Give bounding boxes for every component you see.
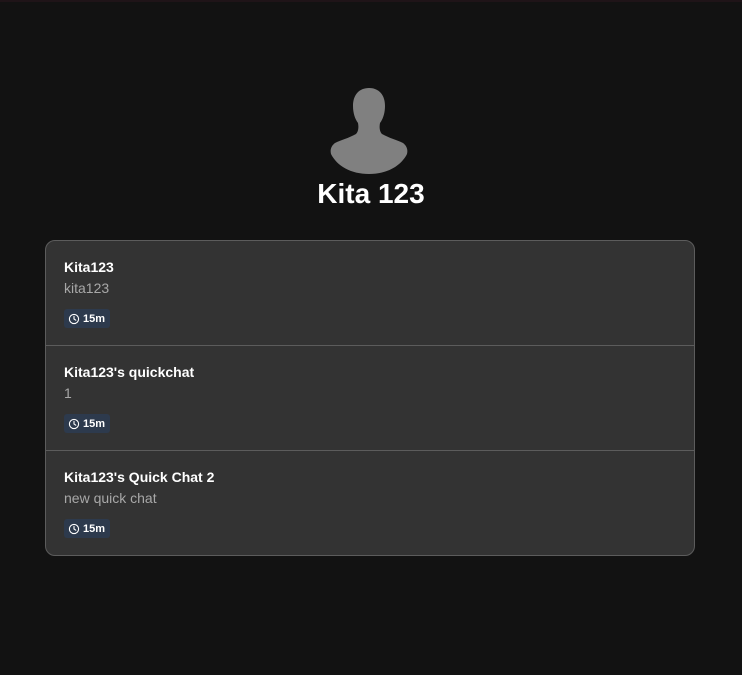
- chat-title: Kita123's Quick Chat 2: [64, 469, 215, 485]
- profile-name: Kita 123: [317, 178, 425, 209]
- top-border: [0, 0, 742, 2]
- chat-list: Kita123 kita123 15m Kita123's quickchat …: [45, 240, 695, 556]
- chat-title: Kita123: [64, 259, 114, 275]
- duration-badge: 15m: [64, 309, 111, 328]
- duration-text: 15m: [83, 312, 106, 325]
- duration-text: 15m: [83, 522, 106, 535]
- user-silhouette-icon: [330, 88, 408, 174]
- duration-badge: 15m: [64, 519, 111, 538]
- chat-card[interactable]: Kita123's Quick Chat 2 new quick chat 15…: [46, 451, 694, 555]
- chat-card[interactable]: Kita123 kita123 15m: [46, 241, 694, 346]
- chat-subtitle: kita123: [64, 280, 110, 296]
- profile-page: Kita 123 Kita123 kita123 15m Kita123's q…: [0, 0, 742, 675]
- chat-subtitle: new quick chat: [64, 490, 157, 506]
- clock-icon: [68, 418, 80, 429]
- duration-badge: 15m: [64, 414, 111, 433]
- clock-icon: [68, 313, 80, 324]
- clock-icon: [68, 523, 80, 534]
- chat-subtitle: 1: [64, 385, 72, 401]
- chat-card[interactable]: Kita123's quickchat 1 15m: [46, 346, 694, 451]
- chat-title: Kita123's quickchat: [64, 364, 195, 380]
- duration-text: 15m: [83, 417, 106, 430]
